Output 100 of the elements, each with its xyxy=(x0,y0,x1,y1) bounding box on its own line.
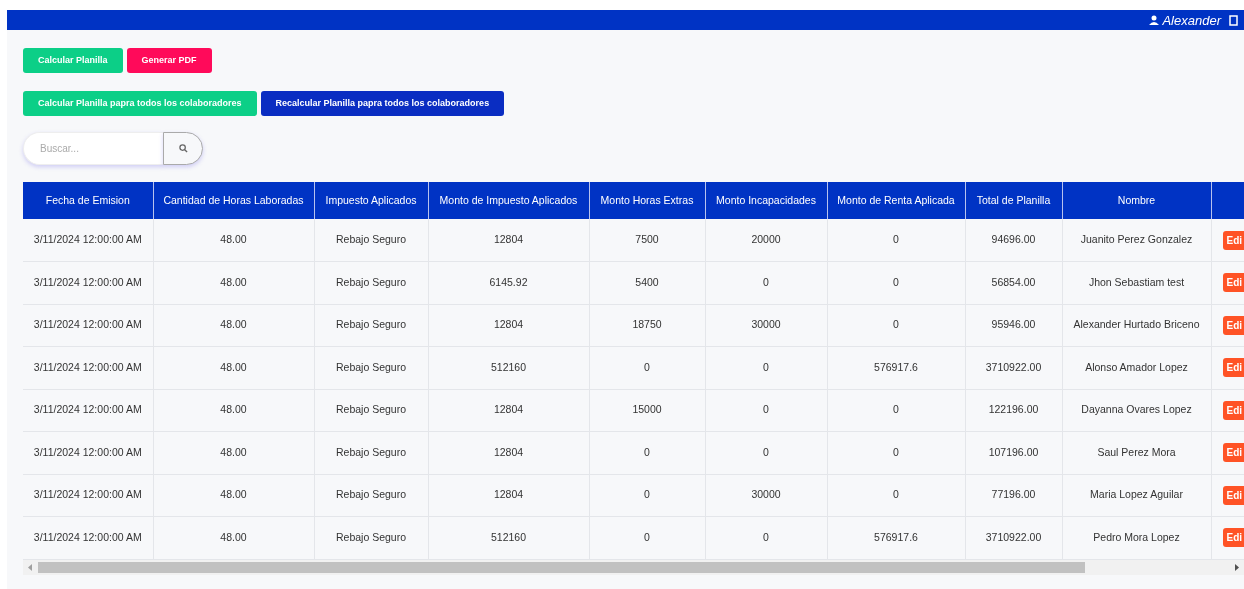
table-cell: 3/11/2024 12:00:00 AM xyxy=(23,389,153,432)
search-field[interactable]: Buscar... xyxy=(23,132,163,165)
table-cell: Rebajo Seguro xyxy=(314,346,428,389)
search-button[interactable] xyxy=(163,132,203,165)
table-cell: 7500 xyxy=(589,219,705,262)
column-header: Monto Horas Extras xyxy=(589,182,705,219)
table-cell: 107196.00 xyxy=(965,431,1062,474)
logout-icon[interactable] xyxy=(1229,14,1240,26)
table-cell: 0 xyxy=(589,474,705,517)
table-cell: 48.00 xyxy=(153,304,314,347)
table-cell: 3710922.00 xyxy=(965,516,1062,559)
edit-button[interactable]: Edi xyxy=(1222,485,1244,505)
column-header: Nombre xyxy=(1062,182,1211,219)
table-cell: 0 xyxy=(827,431,965,474)
edit-button[interactable]: Edi xyxy=(1222,230,1244,250)
table-cell: 0 xyxy=(589,516,705,559)
table-cell: Juanito Perez Gonzalez xyxy=(1062,219,1211,262)
table-cell: 30000 xyxy=(705,304,827,347)
scroll-left-icon[interactable] xyxy=(28,563,33,571)
column-header: Monto de Impuesto Aplicados xyxy=(428,182,589,219)
table-cell: 122196.00 xyxy=(965,389,1062,432)
user-icon xyxy=(1149,15,1160,25)
table-cell: 512160 xyxy=(428,516,589,559)
table-cell: Rebajo Seguro xyxy=(314,389,428,432)
table-cell: 48.00 xyxy=(153,219,314,262)
table-cell: 48.00 xyxy=(153,516,314,559)
table-cell: Rebajo Seguro xyxy=(314,219,428,262)
column-header: Impuesto Aplicados xyxy=(314,182,428,219)
table-cell: 0 xyxy=(827,304,965,347)
table-cell: 0 xyxy=(705,261,827,304)
table-cell: 3/11/2024 12:00:00 AM xyxy=(23,516,153,559)
search-icon xyxy=(178,144,188,153)
table-cell: 3/11/2024 12:00:00 AM xyxy=(23,431,153,474)
action-button[interactable]: Calcular Planilla xyxy=(23,48,123,73)
table-cell: 0 xyxy=(705,431,827,474)
table-cell: 77196.00 xyxy=(965,474,1062,517)
column-header: Cantidad de Horas Laboradas xyxy=(153,182,314,219)
table-cell: 15000 xyxy=(589,389,705,432)
table-cell: Rebajo Seguro xyxy=(314,261,428,304)
table-cell: 3/11/2024 12:00:00 AM xyxy=(23,346,153,389)
edit-button[interactable]: Edi xyxy=(1222,273,1244,293)
table-cell: 576917.6 xyxy=(827,346,965,389)
action-button[interactable]: Calcular Planilla papra todos los colaboradores xyxy=(23,91,257,116)
table-cell: Rebajo Seguro xyxy=(314,431,428,474)
table-cell: 18750 xyxy=(589,304,705,347)
user-name[interactable]: Alexander xyxy=(1162,13,1221,27)
table-cell: Rebajo Seguro xyxy=(314,516,428,559)
table-cell: 48.00 xyxy=(153,346,314,389)
table-cell: 12804 xyxy=(428,219,589,262)
table-cell: 0 xyxy=(589,346,705,389)
table-cell: 94696.00 xyxy=(965,219,1062,262)
edit-button[interactable]: Edi xyxy=(1222,443,1244,463)
table-cell: 0 xyxy=(827,389,965,432)
table-cell: 3710922.00 xyxy=(965,346,1062,389)
column-header: Fecha de Emision xyxy=(23,182,153,219)
edit-button[interactable]: Edi xyxy=(1222,400,1244,420)
table-cell: 56854.00 xyxy=(965,261,1062,304)
table-cell: 48.00 xyxy=(153,431,314,474)
column-header: Monto Incapacidades xyxy=(705,182,827,219)
table-cell: 0 xyxy=(827,474,965,517)
table-cell: Maria Lopez Aguilar xyxy=(1062,474,1211,517)
table-cell: 3/11/2024 12:00:00 AM xyxy=(23,304,153,347)
table-cell: Rebajo Seguro xyxy=(314,474,428,517)
table-cell: 3/11/2024 12:00:00 AM xyxy=(23,261,153,304)
scroll-thumb[interactable] xyxy=(38,561,1085,573)
table-cell: 48.00 xyxy=(153,474,314,517)
table-cell: 0 xyxy=(827,219,965,262)
edit-button[interactable]: Edi xyxy=(1222,315,1244,335)
scroll-right-icon[interactable] xyxy=(1234,563,1239,571)
table-cell: Alexander Hurtado Briceno xyxy=(1062,304,1211,347)
table-cell: 3/11/2024 12:00:00 AM xyxy=(23,474,153,517)
table-cell: 20000 xyxy=(705,219,827,262)
table-cell: 30000 xyxy=(705,474,827,517)
edit-button[interactable]: Edi xyxy=(1222,528,1244,548)
table-cell: 48.00 xyxy=(153,389,314,432)
table-cell: 512160 xyxy=(428,346,589,389)
table-cell: Alonso Amador Lopez xyxy=(1062,346,1211,389)
table-cell: 0 xyxy=(589,431,705,474)
table-cell: 3/11/2024 12:00:00 AM xyxy=(23,219,153,262)
table-cell: 0 xyxy=(705,516,827,559)
table-cell: Jhon Sebastiam test xyxy=(1062,261,1211,304)
table-cell: Saul Perez Mora xyxy=(1062,431,1211,474)
table-cell: 0 xyxy=(705,389,827,432)
table-cell: 0 xyxy=(827,261,965,304)
table-cell: 12804 xyxy=(428,389,589,432)
table-cell: Rebajo Seguro xyxy=(314,304,428,347)
table-cell: 12804 xyxy=(428,474,589,517)
edit-button[interactable]: Edi xyxy=(1222,358,1244,378)
column-header: Monto de Renta Aplicada xyxy=(827,182,965,219)
table-cell: 95946.00 xyxy=(965,304,1062,347)
column-header: Total de Planilla xyxy=(965,182,1062,219)
table-cell: 48.00 xyxy=(153,261,314,304)
action-button[interactable]: Recalcular Planilla papra todos los colaboradores xyxy=(260,91,505,116)
table-cell: Dayanna Ovares Lopez xyxy=(1062,389,1211,432)
table-cell: 12804 xyxy=(428,304,589,347)
table-cell: Pedro Mora Lopez xyxy=(1062,516,1211,559)
table-cell: 12804 xyxy=(428,431,589,474)
table-cell: 0 xyxy=(705,346,827,389)
action-button[interactable]: Generar PDF xyxy=(126,48,212,73)
table-cell: 576917.6 xyxy=(827,516,965,559)
